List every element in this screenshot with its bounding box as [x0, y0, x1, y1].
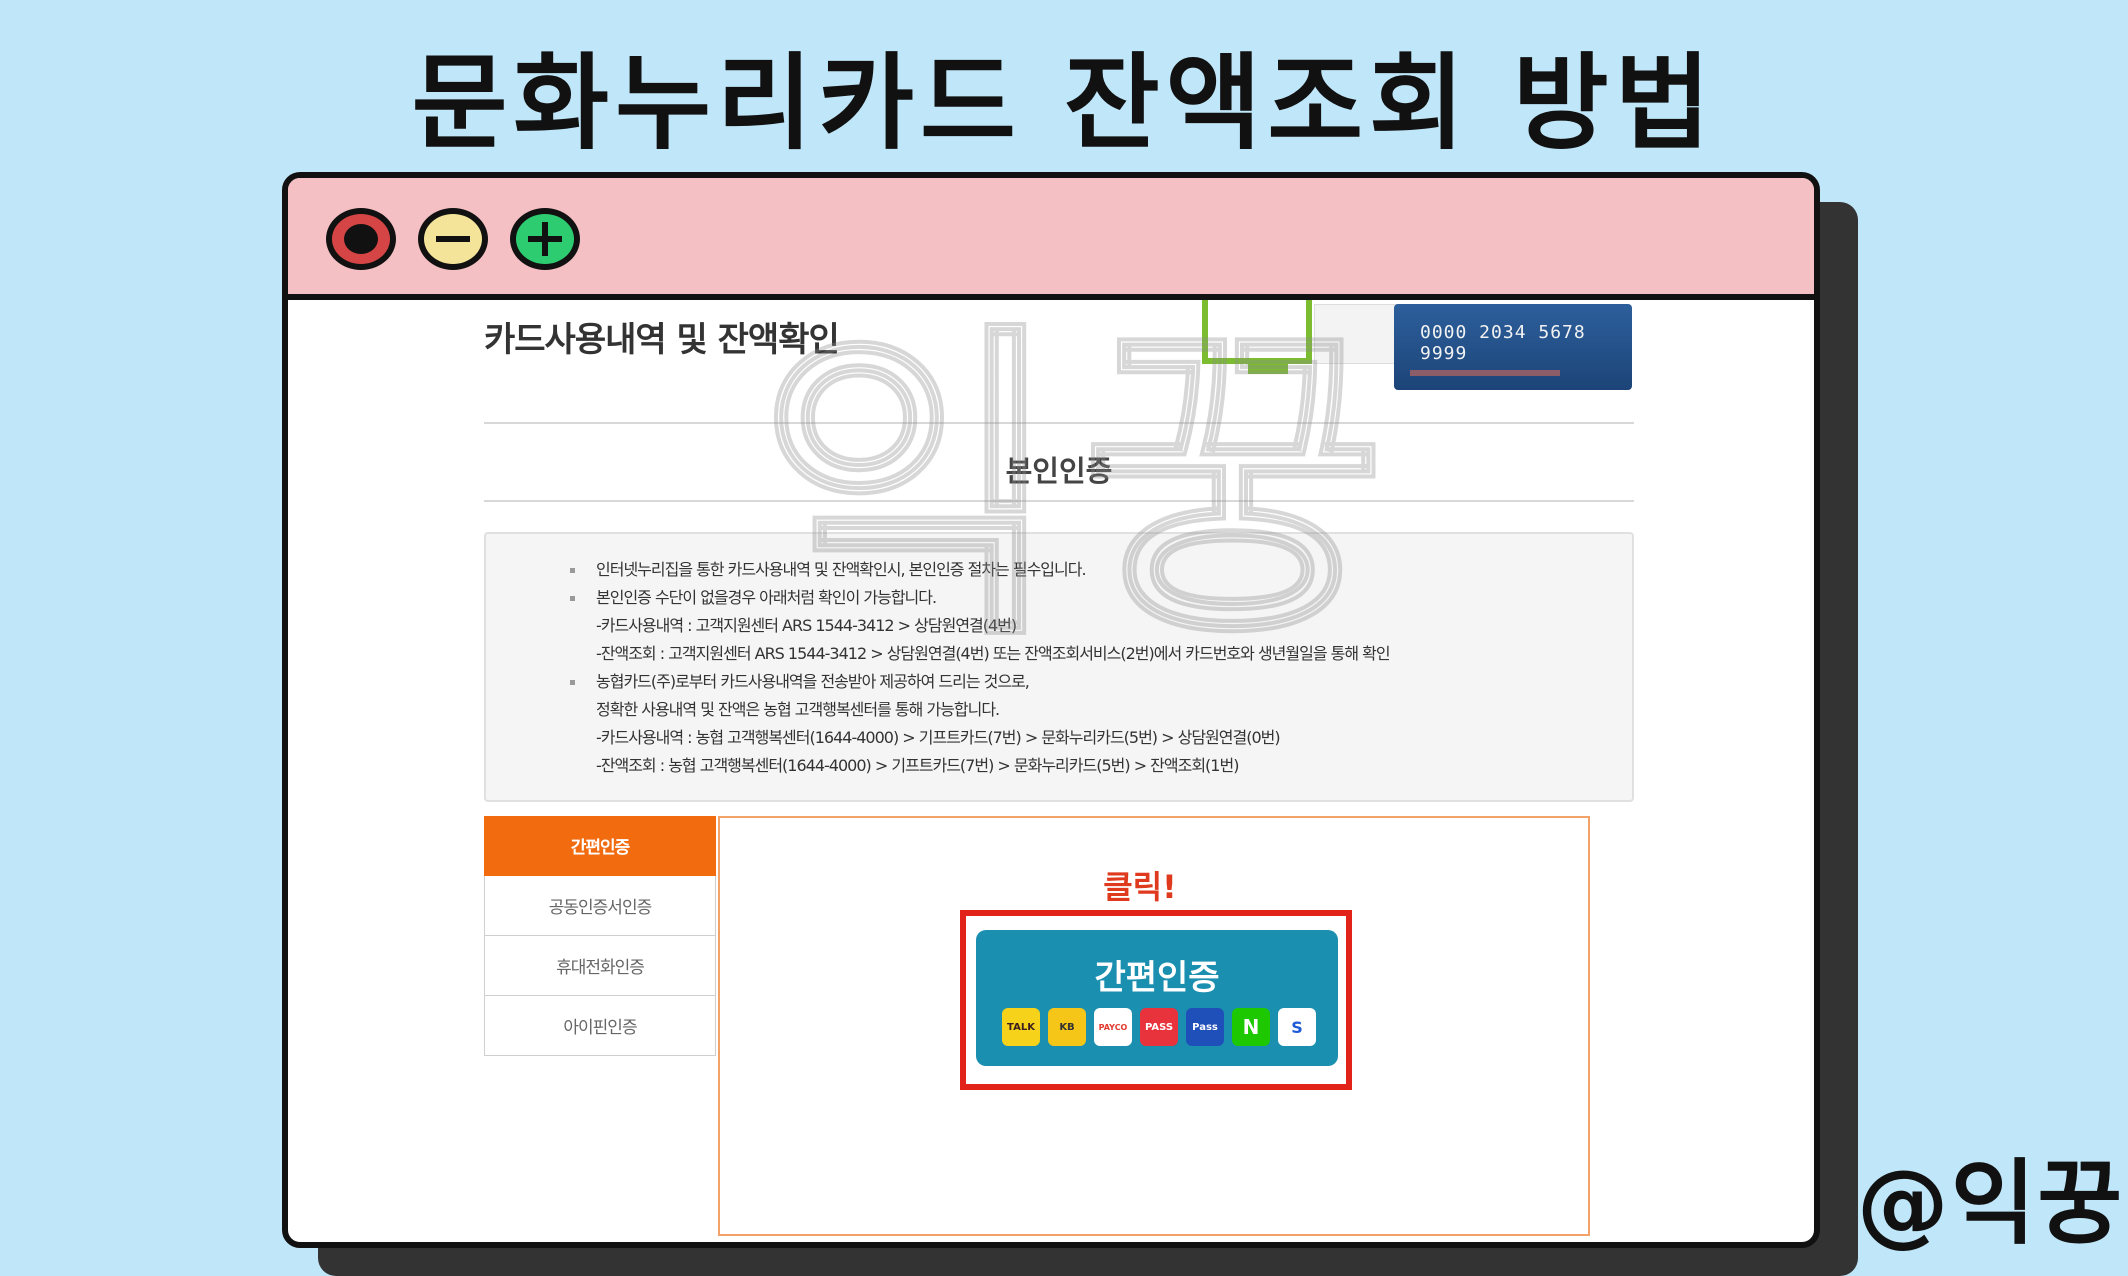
simple-auth-label: 간편인증	[1094, 958, 1220, 998]
notice-line: 본인인증 수단이 없을경우 아래처럼 확인이 가능합니다.	[570, 584, 1632, 612]
card-number: 0000 2034 5678 9999	[1420, 322, 1586, 364]
tab-ipin-auth[interactable]: 아이핀인증	[484, 996, 716, 1056]
divider	[484, 500, 1634, 502]
samsung-pass-icon: Pass	[1186, 1008, 1224, 1046]
auth-panel: 클릭! 간편인증 TALK KB PAYCO PASS Pass N S	[718, 816, 1590, 1236]
notice-line: -잔액조회 : 고객지원센터 ARS 1544-3412 > 상담원연결(4번)…	[596, 644, 1391, 663]
monitor-icon	[1202, 300, 1312, 374]
divider	[484, 422, 1634, 424]
highlight-frame: 간편인증 TALK KB PAYCO PASS Pass N S	[960, 910, 1352, 1090]
tab-phone-auth[interactable]: 휴대전화인증	[484, 936, 716, 996]
close-window-button[interactable]	[326, 208, 396, 270]
notice-line: 인터넷누리집을 통한 카드사용내역 및 잔액확인시, 본인인증 절차는 필수입니…	[570, 556, 1632, 584]
notice-line: 농협카드(주)로부터 카드사용내역을 전송받아 제공하여 드리는 것으로,	[570, 668, 1632, 696]
tab-simple-auth[interactable]: 간편인증	[484, 816, 716, 876]
notice-box: 인터넷누리집을 통한 카드사용내역 및 잔액확인시, 본인인증 절차는 필수입니…	[484, 532, 1634, 802]
maximize-window-button[interactable]	[510, 208, 580, 270]
simple-auth-button[interactable]: 간편인증 TALK KB PAYCO PASS Pass N S	[976, 930, 1338, 1066]
payco-icon: PAYCO	[1094, 1008, 1132, 1046]
click-annotation: 클릭!	[1103, 868, 1177, 906]
auth-provider-logos: TALK KB PAYCO PASS Pass N S	[1002, 1008, 1316, 1046]
notice-line: -잔액조회 : 농협 고객행복센터(1644-4000) > 기프트카드(7번)…	[596, 756, 1239, 775]
card-illustration: 0000 2034 5678 9999	[1202, 300, 1632, 400]
gift-card-image	[1314, 304, 1404, 364]
tab-certificate-auth[interactable]: 공동인증서인증	[484, 876, 716, 936]
kakaotalk-icon: TALK	[1002, 1008, 1040, 1046]
headline-title: 문화누리카드 잔액조회 방법	[411, 42, 1717, 164]
notice-line: -카드사용내역 : 농협 고객행복센터(1644-4000) > 기프트카드(7…	[596, 728, 1281, 747]
author-handle: @익꿍	[1856, 1150, 2124, 1257]
browser-window: 카드사용내역 및 잔액확인 0000 2034 5678 9999 본인인증 인…	[282, 172, 1820, 1248]
pass-icon: PASS	[1140, 1008, 1178, 1046]
notice-line: -카드사용내역 : 고객지원센터 ARS 1544-3412 > 상담원연결(4…	[596, 616, 1017, 635]
window-titlebar	[288, 178, 1814, 300]
page-title: 카드사용내역 및 잔액확인	[484, 320, 840, 360]
auth-tabs: 간편인증 공동인증서인증 휴대전화인증 아이핀인증	[484, 816, 716, 1056]
page-content: 카드사용내역 및 잔액확인 0000 2034 5678 9999 본인인증 인…	[288, 294, 1814, 1240]
naver-icon: N	[1232, 1008, 1270, 1046]
minimize-window-button[interactable]	[418, 208, 488, 270]
kb-icon: KB	[1048, 1008, 1086, 1046]
section-subtitle: 본인인증	[1005, 454, 1113, 488]
shinhan-icon: S	[1278, 1008, 1316, 1046]
credit-card-image: 0000 2034 5678 9999	[1394, 304, 1632, 390]
notice-line: 정확한 사용내역 및 잔액은 농협 고객행복센터를 통해 가능합니다.	[596, 700, 1000, 719]
